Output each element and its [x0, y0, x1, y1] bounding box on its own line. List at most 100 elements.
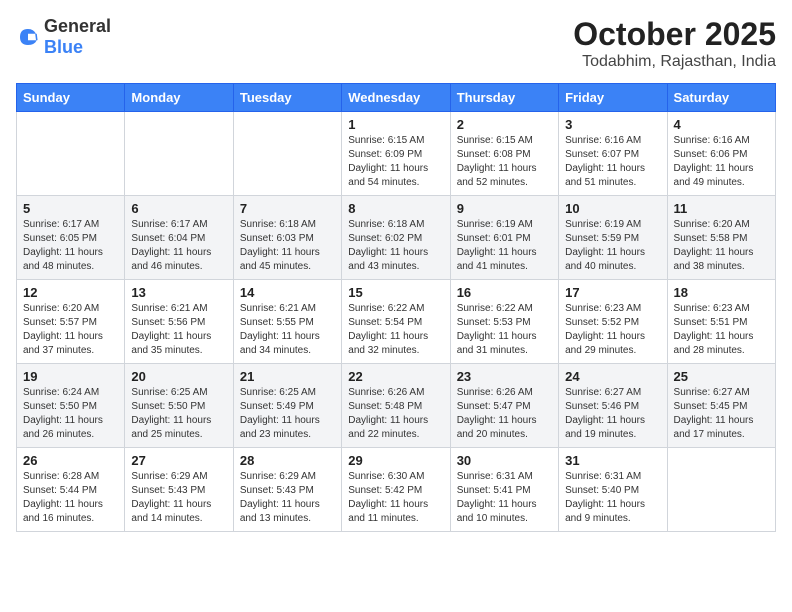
cell-info: Sunrise: 6:22 AM Sunset: 5:54 PM Dayligh…: [348, 302, 443, 358]
day-number: 3: [565, 117, 660, 132]
cell-info: Sunrise: 6:29 AM Sunset: 5:43 PM Dayligh…: [240, 470, 335, 526]
calendar-cell: 22 Sunrise: 6:26 AM Sunset: 5:48 PM Dayli…: [342, 364, 450, 448]
calendar-cell: 29 Sunrise: 6:30 AM Sunset: 5:42 PM Dayli…: [342, 448, 450, 532]
calendar-cell: 5 Sunrise: 6:17 AM Sunset: 6:05 PM Daylig…: [17, 196, 125, 280]
day-number: 26: [23, 453, 118, 468]
day-number: 7: [240, 201, 335, 216]
page-header: General Blue October 2025 Todabhim, Raja…: [16, 16, 776, 71]
calendar-cell: 11 Sunrise: 6:20 AM Sunset: 5:58 PM Dayli…: [667, 196, 775, 280]
calendar-cell: 13 Sunrise: 6:21 AM Sunset: 5:56 PM Dayli…: [125, 280, 233, 364]
day-number: 25: [674, 369, 769, 384]
calendar-week-row: 19Sunrise: 6:24 AM Sunset: 5:50 PM Dayli…: [17, 364, 776, 448]
calendar-cell: 7 Sunrise: 6:18 AM Sunset: 6:03 PM Daylig…: [233, 196, 341, 280]
logo-blue-text: Blue: [44, 37, 83, 57]
cell-info: Sunrise: 6:17 AM Sunset: 6:05 PM Dayligh…: [23, 218, 118, 274]
day-number: 12: [23, 285, 118, 300]
calendar-week-row: 26 Sunrise: 6:28 AM Sunset: 5:44 PM Dayli…: [17, 448, 776, 532]
day-number: 24: [565, 369, 660, 384]
day-number: 27: [131, 453, 226, 468]
logo: General Blue: [16, 16, 111, 58]
day-of-week-header: Wednesday: [342, 84, 450, 112]
cell-info: Sunrise: 6:18 AM Sunset: 6:03 PM Dayligh…: [240, 218, 335, 274]
calendar-cell: 15Sunrise: 6:22 AM Sunset: 5:54 PM Dayli…: [342, 280, 450, 364]
calendar-cell: 8 Sunrise: 6:18 AM Sunset: 6:02 PM Daylig…: [342, 196, 450, 280]
day-number: 28: [240, 453, 335, 468]
day-of-week-header: Tuesday: [233, 84, 341, 112]
title-block: October 2025 Todabhim, Rajasthan, India: [573, 16, 776, 71]
cell-info: Sunrise: 6:16 AM Sunset: 6:07 PM Dayligh…: [565, 134, 660, 190]
day-of-week-header: Thursday: [450, 84, 558, 112]
month-year-title: October 2025: [573, 16, 776, 53]
calendar-cell: 17Sunrise: 6:23 AM Sunset: 5:52 PM Dayli…: [559, 280, 667, 364]
calendar-cell: 6 Sunrise: 6:17 AM Sunset: 6:04 PM Daylig…: [125, 196, 233, 280]
cell-info: Sunrise: 6:15 AM Sunset: 6:09 PM Dayligh…: [348, 134, 443, 190]
cell-info: Sunrise: 6:25 AM Sunset: 5:49 PM Dayligh…: [240, 386, 335, 442]
cell-info: Sunrise: 6:16 AM Sunset: 6:06 PM Dayligh…: [674, 134, 769, 190]
calendar-cell: 10 Sunrise: 6:19 AM Sunset: 5:59 PM Dayli…: [559, 196, 667, 280]
day-number: 9: [457, 201, 552, 216]
cell-info: Sunrise: 6:21 AM Sunset: 5:56 PM Dayligh…: [131, 302, 226, 358]
calendar-cell: 30Sunrise: 6:31 AM Sunset: 5:41 PM Dayli…: [450, 448, 558, 532]
day-number: 4: [674, 117, 769, 132]
calendar-cell: 31 Sunrise: 6:31 AM Sunset: 5:40 PM Dayli…: [559, 448, 667, 532]
cell-info: Sunrise: 6:29 AM Sunset: 5:43 PM Dayligh…: [131, 470, 226, 526]
day-number: 5: [23, 201, 118, 216]
calendar-cell: 28 Sunrise: 6:29 AM Sunset: 5:43 PM Dayli…: [233, 448, 341, 532]
day-number: 13: [131, 285, 226, 300]
cell-info: Sunrise: 6:15 AM Sunset: 6:08 PM Dayligh…: [457, 134, 552, 190]
day-number: 14: [240, 285, 335, 300]
day-number: 6: [131, 201, 226, 216]
calendar-cell: 3 Sunrise: 6:16 AM Sunset: 6:07 PM Daylig…: [559, 112, 667, 196]
location-subtitle: Todabhim, Rajasthan, India: [573, 53, 776, 71]
cell-info: Sunrise: 6:18 AM Sunset: 6:02 PM Dayligh…: [348, 218, 443, 274]
day-number: 23: [457, 369, 552, 384]
logo-general-text: General: [44, 16, 111, 36]
cell-info: Sunrise: 6:20 AM Sunset: 5:57 PM Dayligh…: [23, 302, 118, 358]
calendar-cell: 9 Sunrise: 6:19 AM Sunset: 6:01 PM Daylig…: [450, 196, 558, 280]
calendar-cell: 26 Sunrise: 6:28 AM Sunset: 5:44 PM Dayli…: [17, 448, 125, 532]
cell-info: Sunrise: 6:31 AM Sunset: 5:40 PM Dayligh…: [565, 470, 660, 526]
logo-icon: [16, 25, 40, 49]
day-number: 29: [348, 453, 443, 468]
day-number: 11: [674, 201, 769, 216]
day-number: 2: [457, 117, 552, 132]
day-of-week-header: Sunday: [17, 84, 125, 112]
day-number: 18: [674, 285, 769, 300]
cell-info: Sunrise: 6:27 AM Sunset: 5:46 PM Dayligh…: [565, 386, 660, 442]
calendar-cell: 12 Sunrise: 6:20 AM Sunset: 5:57 PM Dayli…: [17, 280, 125, 364]
day-of-week-header: Monday: [125, 84, 233, 112]
cell-info: Sunrise: 6:23 AM Sunset: 5:51 PM Dayligh…: [674, 302, 769, 358]
day-number: 22: [348, 369, 443, 384]
cell-info: Sunrise: 6:30 AM Sunset: 5:42 PM Dayligh…: [348, 470, 443, 526]
day-of-week-header: Friday: [559, 84, 667, 112]
day-of-week-header: Saturday: [667, 84, 775, 112]
calendar-header-row: SundayMondayTuesdayWednesdayThursdayFrid…: [17, 84, 776, 112]
cell-info: Sunrise: 6:21 AM Sunset: 5:55 PM Dayligh…: [240, 302, 335, 358]
cell-info: Sunrise: 6:19 AM Sunset: 5:59 PM Dayligh…: [565, 218, 660, 274]
day-number: 31: [565, 453, 660, 468]
day-number: 10: [565, 201, 660, 216]
calendar-week-row: 12 Sunrise: 6:20 AM Sunset: 5:57 PM Dayli…: [17, 280, 776, 364]
cell-info: Sunrise: 6:28 AM Sunset: 5:44 PM Dayligh…: [23, 470, 118, 526]
cell-info: Sunrise: 6:17 AM Sunset: 6:04 PM Dayligh…: [131, 218, 226, 274]
calendar-cell: 14 Sunrise: 6:21 AM Sunset: 5:55 PM Dayli…: [233, 280, 341, 364]
day-number: 8: [348, 201, 443, 216]
calendar-cell: 2 Sunrise: 6:15 AM Sunset: 6:08 PM Daylig…: [450, 112, 558, 196]
cell-info: Sunrise: 6:31 AM Sunset: 5:41 PM Dayligh…: [457, 470, 552, 526]
calendar-cell: 4 Sunrise: 6:16 AM Sunset: 6:06 PM Daylig…: [667, 112, 775, 196]
calendar-week-row: 5 Sunrise: 6:17 AM Sunset: 6:05 PM Daylig…: [17, 196, 776, 280]
calendar-cell: 16Sunrise: 6:22 AM Sunset: 5:53 PM Dayli…: [450, 280, 558, 364]
day-number: 1: [348, 117, 443, 132]
day-number: 21: [240, 369, 335, 384]
calendar-cell: [17, 112, 125, 196]
calendar-cell: 18 Sunrise: 6:23 AM Sunset: 5:51 PM Dayli…: [667, 280, 775, 364]
day-number: 20: [131, 369, 226, 384]
calendar-table: SundayMondayTuesdayWednesdayThursdayFrid…: [16, 83, 776, 532]
day-number: 16: [457, 285, 552, 300]
cell-info: Sunrise: 6:19 AM Sunset: 6:01 PM Dayligh…: [457, 218, 552, 274]
cell-info: Sunrise: 6:26 AM Sunset: 5:47 PM Dayligh…: [457, 386, 552, 442]
cell-info: Sunrise: 6:26 AM Sunset: 5:48 PM Dayligh…: [348, 386, 443, 442]
cell-info: Sunrise: 6:23 AM Sunset: 5:52 PM Dayligh…: [565, 302, 660, 358]
cell-info: Sunrise: 6:20 AM Sunset: 5:58 PM Dayligh…: [674, 218, 769, 274]
calendar-cell: 25Sunrise: 6:27 AM Sunset: 5:45 PM Dayli…: [667, 364, 775, 448]
